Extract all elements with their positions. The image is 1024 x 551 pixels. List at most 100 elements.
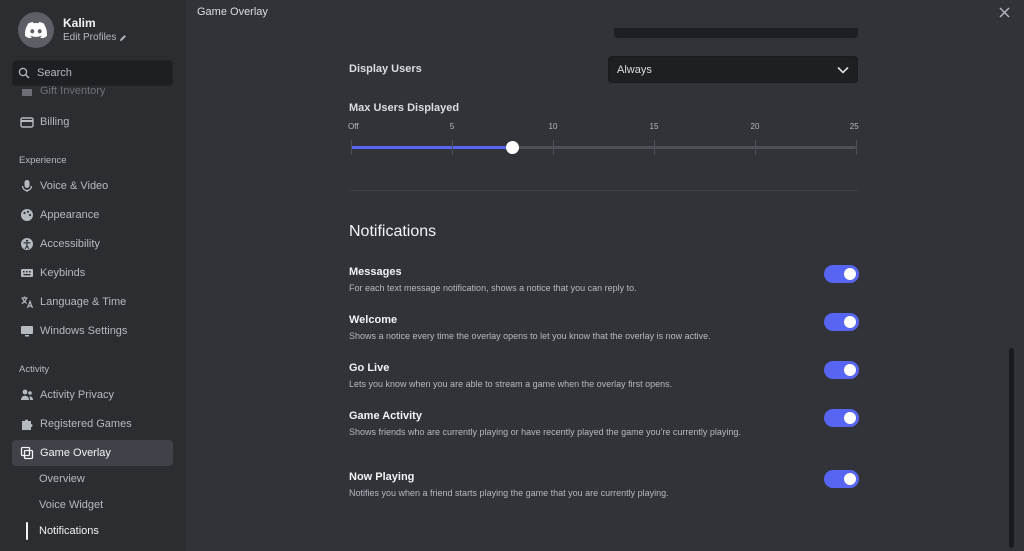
previous-field (614, 28, 858, 38)
sidebar-item-appearance[interactable]: Appearance (12, 202, 173, 228)
sidebar-subitem-notifications[interactable]: Notifications (39, 525, 99, 537)
notification-setting-welcome: Welcome Shows a notice every time the ov… (349, 313, 859, 343)
avatar[interactable] (18, 12, 54, 48)
toggle-knob (844, 473, 856, 485)
toggle-knob (844, 412, 856, 424)
monitor-icon (20, 324, 34, 338)
edit-profiles-link[interactable]: Edit Profiles (63, 31, 127, 45)
notification-setting-now-playing: Now Playing Notifies you when a friend s… (349, 470, 859, 500)
setting-title: Messages (349, 266, 402, 278)
keyboard-icon (20, 266, 34, 280)
sidebar-item-gift-inventory[interactable]: Gift Inventory (12, 80, 173, 102)
slider-tick-label: 25 (849, 122, 859, 131)
toggle-knob (844, 268, 856, 280)
section-divider (349, 190, 858, 191)
sidebar-item-label: Game Overlay (40, 447, 111, 459)
messages-toggle[interactable] (824, 265, 859, 283)
setting-title: Game Activity (349, 410, 422, 422)
edit-profiles-label: Edit Profiles (63, 31, 117, 43)
profile-name: Kalim (63, 15, 96, 30)
sidebar-item-label: Activity Privacy (40, 389, 114, 401)
overlay-icon (20, 446, 34, 460)
people-icon (20, 388, 34, 402)
slider-tick-mark (856, 140, 857, 155)
settings-content: Game Overlay Display Users Always Max Us… (186, 0, 1024, 551)
setting-description: Shows a notice every time the overlay op… (349, 331, 711, 341)
setting-title: Welcome (349, 314, 398, 326)
pencil-icon (120, 34, 127, 41)
game-activity-toggle[interactable] (824, 409, 859, 427)
search-placeholder: Search (37, 67, 72, 79)
sidebar-item-windows-settings[interactable]: Windows Settings (12, 318, 173, 344)
sidebar-item-label: Language & Time (40, 296, 127, 308)
settings-sidebar: Kalim Edit Profiles Search Gift Inventor… (0, 0, 186, 551)
sidebar-item-label: Gift Inventory (40, 85, 106, 97)
sidebar-item-activity-privacy[interactable]: Activity Privacy (12, 382, 173, 408)
slider-tick-mark (654, 140, 655, 155)
display-users-select[interactable]: Always (608, 56, 858, 83)
sidebar-subitem-voice-widget[interactable]: Voice Widget (39, 499, 103, 511)
active-indicator (26, 522, 28, 540)
language-icon (20, 295, 34, 309)
gift-icon (20, 84, 34, 98)
section-header-activity: Activity (19, 364, 50, 375)
sidebar-item-keybinds[interactable]: Keybinds (12, 260, 173, 286)
notifications-heading: Notifications (349, 223, 437, 240)
slider-tick-label: 5 (449, 122, 455, 131)
max-users-slider-fill (351, 146, 513, 149)
notification-setting-go-live: Go Live Lets you know when you are able … (349, 361, 859, 391)
close-button[interactable] (998, 6, 1010, 18)
toggle-knob (844, 364, 856, 376)
go-live-toggle[interactable] (824, 361, 859, 379)
setting-description: Notifies you when a friend starts playin… (349, 488, 669, 498)
search-icon (18, 67, 30, 79)
max-users-label: Max Users Displayed (349, 102, 460, 114)
setting-title: Now Playing (349, 471, 415, 483)
display-users-value: Always (617, 63, 652, 76)
sidebar-item-label: Keybinds (40, 267, 86, 279)
sidebar-item-label: Registered Games (40, 418, 132, 430)
welcome-toggle[interactable] (824, 313, 859, 331)
palette-icon (20, 208, 34, 222)
chevron-down-icon (837, 66, 849, 74)
notification-setting-game-activity: Game Activity Shows friends who are curr… (349, 409, 859, 439)
accessibility-icon (20, 237, 34, 251)
now-playing-toggle[interactable] (824, 470, 859, 488)
sidebar-item-label: Windows Settings (40, 325, 128, 337)
setting-description: Shows friends who are currently playing … (349, 427, 741, 437)
card-icon (20, 115, 34, 129)
display-users-label: Display Users (349, 63, 422, 75)
setting-description: Lets you know when you are able to strea… (349, 379, 673, 389)
sidebar-item-accessibility[interactable]: Accessibility (12, 231, 173, 257)
sidebar-item-game-overlay[interactable]: Game Overlay (12, 440, 173, 466)
sidebar-item-voice-video[interactable]: Voice & Video (12, 173, 173, 199)
sidebar-item-label: Billing (40, 116, 70, 128)
sidebar-item-registered-games[interactable]: Registered Games (12, 411, 173, 437)
slider-tick-label: 10 (548, 122, 558, 131)
profile-card[interactable]: Kalim Edit Profiles (18, 12, 127, 48)
sidebar-item-label: Accessibility (40, 238, 100, 250)
close-icon (999, 7, 1009, 17)
page-title: Game Overlay (197, 6, 268, 18)
slider-tick-mark (755, 140, 756, 155)
sidebar-item-label: Voice & Video (40, 180, 109, 192)
sidebar-item-billing[interactable]: Billing (12, 109, 173, 135)
setting-title: Go Live (349, 362, 390, 374)
mic-icon (20, 179, 34, 193)
sidebar-subitem-overview[interactable]: Overview (39, 473, 85, 485)
sidebar-item-language-time[interactable]: Language & Time (12, 289, 173, 315)
slider-tick-mark (351, 140, 352, 155)
setting-description: For each text message notification, show… (349, 283, 637, 293)
slider-tick-mark (553, 140, 554, 155)
slider-tick-label: Off (348, 122, 359, 131)
discord-logo-icon (25, 22, 47, 38)
puzzle-icon (20, 417, 34, 431)
slider-tick-label: 20 (750, 122, 760, 131)
toggle-knob (844, 316, 856, 328)
notification-setting-messages: Messages For each text message notificat… (349, 265, 859, 295)
slider-tick-label: 15 (649, 122, 659, 131)
slider-tick-mark (452, 140, 453, 155)
sidebar-item-label: Appearance (40, 209, 100, 221)
scrollbar[interactable] (1009, 348, 1014, 548)
max-users-slider-handle[interactable] (506, 141, 520, 154)
